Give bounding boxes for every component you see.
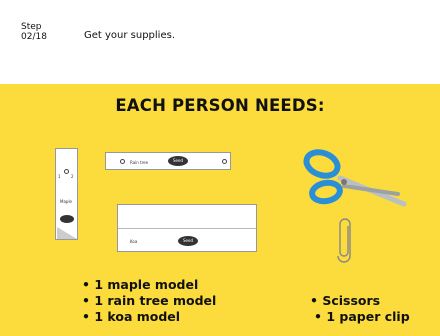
paper-clip-icon: [337, 218, 351, 263]
maple-fold-corner: [57, 227, 77, 239]
maple-number-1: 1: [58, 174, 61, 179]
ring-icon: [120, 159, 125, 164]
list-item: 1 paper clip: [314, 309, 409, 325]
list-item: 1 rain tree model: [82, 293, 216, 309]
models-list: 1 maple model 1 rain tree model 1 koa mo…: [82, 277, 216, 325]
rain-tree-label: Rain tree: [130, 160, 149, 165]
scissors-icon: [303, 149, 407, 207]
supplies-heading: EACH PERSON NEEDS:: [115, 96, 325, 115]
maple-seed-shape: [60, 215, 74, 223]
list-item: 1 maple model: [82, 277, 216, 293]
maple-number-2: 2: [71, 174, 74, 179]
maple-label: Maple: [60, 199, 73, 204]
maple-model-image: 1 2 Maple: [55, 148, 78, 240]
step-indicator: Step 02/18: [21, 22, 47, 42]
ring-icon: [222, 159, 227, 164]
step-label: Step: [21, 22, 42, 32]
koa-model-image: Koa Seed: [117, 204, 257, 252]
koa-seed: Seed: [178, 236, 198, 246]
ring-icon: [64, 169, 69, 174]
list-item: Scissors: [310, 293, 410, 309]
tools-list: Scissors 1 paper clip: [310, 293, 410, 325]
koa-fold-line: [118, 228, 256, 229]
step-count: 02/18: [21, 32, 47, 42]
header-bar: Step 02/18 Get your supplies.: [0, 0, 440, 84]
rain-tree-model-image: Rain tree Seed: [105, 152, 231, 170]
step-instruction: Get your supplies.: [84, 30, 176, 41]
koa-label: Koa: [130, 239, 138, 244]
supplies-panel: EACH PERSON NEEDS: 1 2 Maple Rain tree S…: [0, 84, 440, 336]
list-item: 1 koa model: [82, 309, 216, 325]
rain-tree-seed: Seed: [168, 156, 188, 166]
